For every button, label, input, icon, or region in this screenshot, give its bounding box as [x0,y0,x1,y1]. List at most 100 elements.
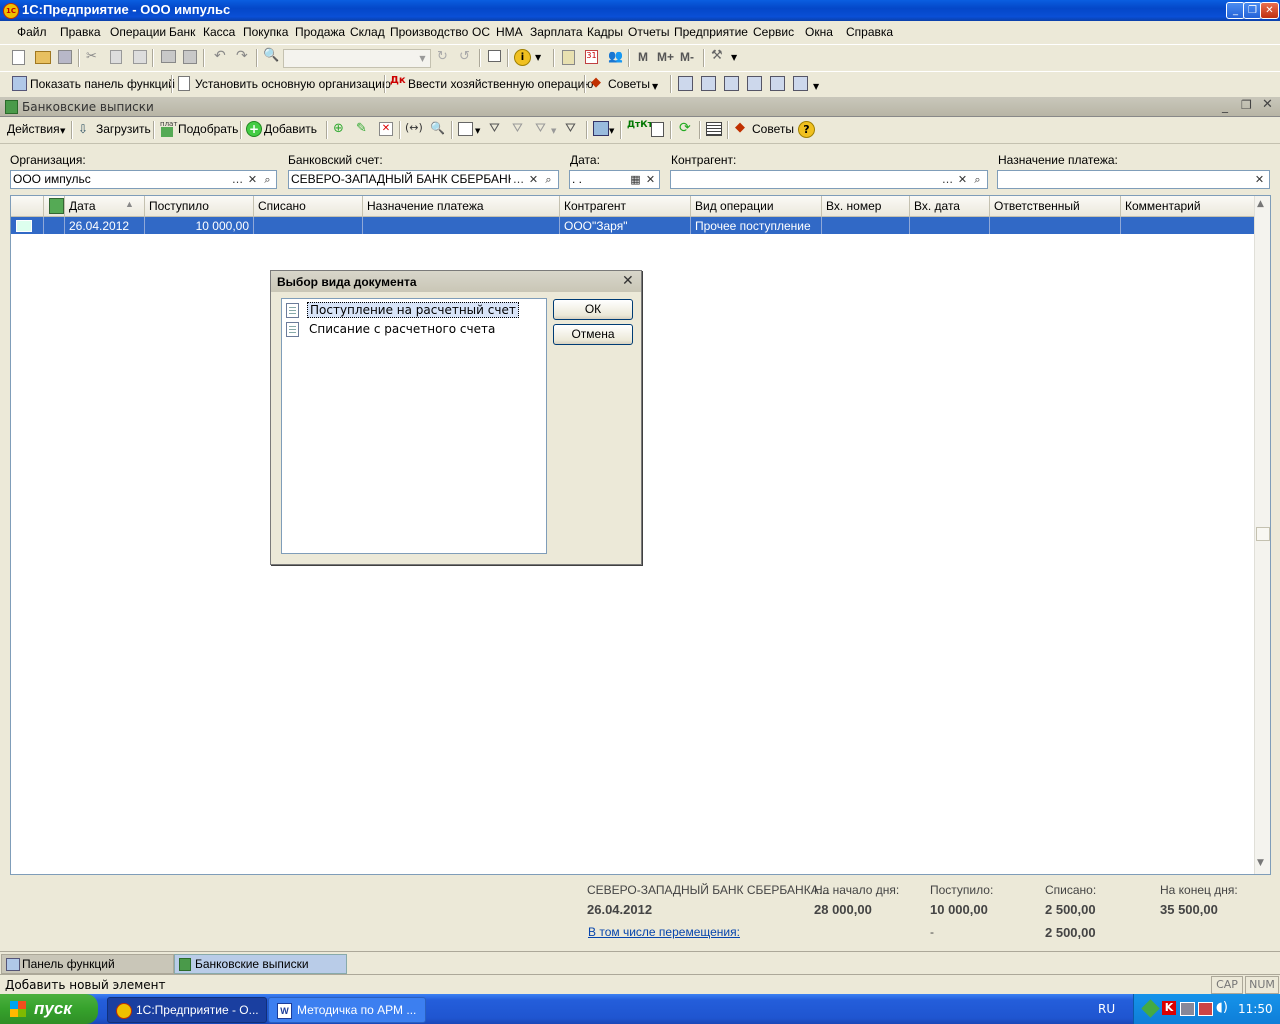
col-in-date[interactable]: Вх. дата [914,199,960,213]
cut-icon[interactable]: ✂ [86,49,102,65]
pick-button[interactable]: Подобрать [178,122,238,136]
child-close-button[interactable]: ✕ [1262,97,1273,112]
start-button[interactable]: пуск [0,994,98,1024]
search-icon[interactable]: 🔍 [263,48,279,64]
accounting-entries-icon[interactable]: ДтКт [627,120,653,136]
menu-file[interactable]: Файл [17,25,47,39]
post-icon[interactable]: (↔) [405,121,423,137]
dialog-close-button[interactable]: ✕ [622,273,634,289]
close-button[interactable]: ✕ [1260,2,1279,19]
journal-icon[interactable] [678,76,693,91]
enter-operation-button[interactable]: Ввести хозяйственную операцию [408,77,593,91]
date-field[interactable]: . . ▦ ✕ [569,170,660,189]
chevron-down-icon[interactable]: ▼ [416,51,429,66]
print-icon[interactable] [161,50,176,63]
menu-reports[interactable]: Отчеты [628,25,669,39]
calendar-icon[interactable]: ▦ [628,171,643,188]
document-type-list[interactable]: Поступление на расчетный счет Списание с… [281,298,547,554]
cancel-button[interactable]: Отмена [553,324,633,345]
col-counterparty[interactable]: Контрагент [564,199,626,213]
info-icon[interactable]: i [514,49,531,66]
tab-function-panel[interactable]: Панель функций [1,954,174,974]
based-on-icon[interactable] [593,121,609,136]
menu-cash[interactable]: Касса [203,25,235,39]
child-restore-button[interactable]: ❐ [1241,98,1252,112]
add-copy-icon[interactable]: ⊕ [333,121,349,137]
calendar-icon[interactable]: 31 [585,50,598,64]
actions-menu[interactable]: Действия [7,122,60,136]
delete-icon[interactable]: ✕ [379,122,393,136]
memory-plus-icon[interactable]: M+ [657,50,674,64]
find-next-icon[interactable]: ↻ [437,49,453,65]
entries-icon[interactable] [724,76,739,91]
table-row[interactable]: 26.04.2012 10 000,00 ООО"Заря" Прочее по… [11,217,1254,234]
chevron-down-icon[interactable]: ▼ [60,127,76,143]
col-purpose[interactable]: Назначение платежа [367,199,484,213]
scroll-thumb[interactable] [1256,527,1270,541]
chart-of-accounts-icon[interactable] [701,76,716,91]
menu-help[interactable]: Справка [846,25,893,39]
purpose-field[interactable]: ✕ [997,170,1270,189]
select-icon[interactable]: … [230,171,245,188]
child-minimize-button[interactable]: _ [1222,99,1228,113]
windows-icon[interactable] [488,50,501,62]
copy-icon[interactable] [110,50,122,64]
clear-icon[interactable]: ✕ [643,171,658,188]
org-field[interactable]: ООО импульс … ✕ ⌕ [10,170,277,189]
col-date[interactable]: Дата [69,199,96,213]
security-icon[interactable] [1198,1002,1213,1016]
set-main-org-button[interactable]: Установить основную организацию [195,77,391,91]
tools-icon[interactable]: ⚒ [711,48,727,64]
menu-edit[interactable]: Правка [60,25,101,39]
show-panel-button[interactable]: Показать панель функций [30,77,175,91]
account-field[interactable]: СЕВЕРО-ЗАПАДНЫЙ БАНК СБЕРБАНКА Р … ✕ ⌕ [288,170,559,189]
menu-service[interactable]: Сервис [753,25,794,39]
tips-button[interactable]: Советы [752,122,794,136]
chevron-down-icon[interactable]: ▼ [813,82,829,98]
memory-minus-icon[interactable]: M- [680,50,694,64]
open-folder-icon[interactable] [35,51,51,64]
task-1c[interactable]: 1С:Предприятие - О... [107,997,267,1023]
scroll-down-icon[interactable]: ▼ [1257,858,1264,868]
search-icon[interactable]: ⌕ [541,171,556,188]
refresh-icon[interactable]: ⟳ [679,120,695,136]
calculator-icon[interactable] [562,50,575,65]
clear-icon[interactable]: ✕ [1252,171,1267,188]
scroll-up-icon[interactable]: ▲ [1257,199,1264,209]
load-button[interactable]: Загрузить [96,122,151,136]
columns-icon[interactable] [706,122,722,136]
filter-icon[interactable]: ⛛ [489,121,505,137]
clear-filter-icon[interactable]: ⛛ [565,121,581,137]
filter-history-icon[interactable]: ⛛ [535,121,551,137]
menu-intangibles[interactable]: НМА [496,25,523,39]
help-icon[interactable]: ? [798,121,815,138]
select-icon[interactable]: … [940,171,955,188]
search-icon[interactable]: ⌕ [970,171,985,188]
operations-journal-icon[interactable] [747,76,762,91]
paste-icon[interactable] [133,50,147,64]
monitor-icon[interactable] [1180,1002,1195,1016]
filter-value-icon[interactable]: ⛛ [512,121,528,137]
menu-bank[interactable]: Банк [169,25,195,39]
vertical-scrollbar[interactable]: ▲ ▼ [1254,196,1270,874]
chevron-down-icon[interactable]: ▼ [535,53,551,69]
menu-warehouse[interactable]: Склад [350,25,385,39]
col-received[interactable]: Поступило [149,199,209,213]
chevron-down-icon[interactable]: ▼ [609,127,625,143]
counterparty-field[interactable]: … ✕ ⌕ [670,170,988,189]
menu-salary[interactable]: Зарплата [530,25,583,39]
chevron-down-icon[interactable]: ▼ [731,53,747,69]
add-button[interactable]: Добавить [264,122,317,136]
find-prev-icon[interactable]: ↺ [459,49,475,65]
memory-m-icon[interactable]: M [638,50,648,64]
menu-production[interactable]: Производство [390,25,468,39]
transfers-link[interactable]: В том числе перемещения: [588,925,740,939]
menu-operations[interactable]: Операции [110,25,166,39]
list-settings-icon[interactable] [458,122,473,136]
select-icon[interactable]: … [511,171,526,188]
col-in-number[interactable]: Вх. номер [826,199,881,213]
menu-sales[interactable]: Продажа [295,25,345,39]
print-preview-icon[interactable] [183,50,197,64]
volume-icon[interactable]: ◖) [1216,1000,1228,1015]
tab-bank-statements[interactable]: Банковские выписки [174,954,347,974]
